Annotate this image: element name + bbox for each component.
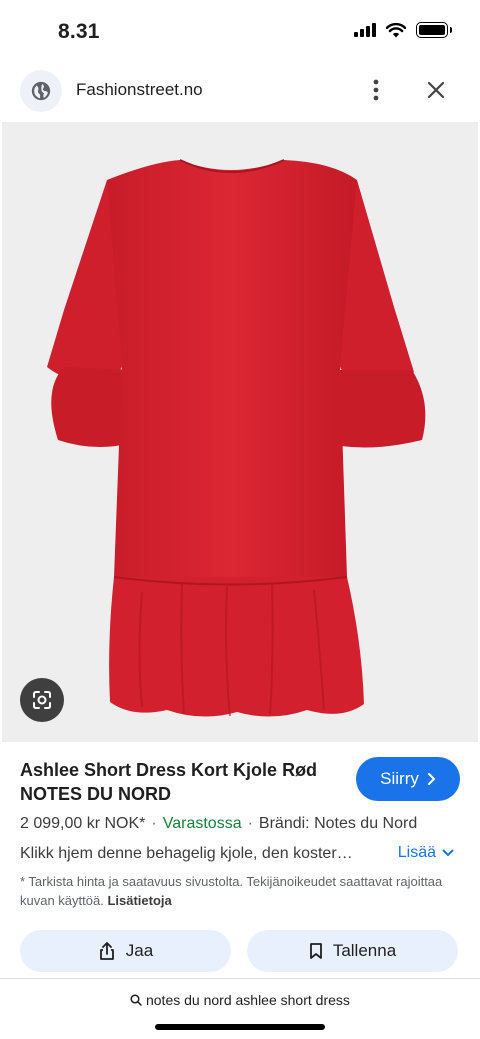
chevron-down-icon: [442, 849, 454, 857]
google-lens-icon[interactable]: [20, 678, 64, 722]
share-icon: [99, 942, 114, 960]
product-image[interactable]: [2, 122, 478, 742]
share-button[interactable]: Jaa: [20, 930, 231, 972]
save-button[interactable]: Tallenna: [247, 930, 458, 972]
home-indicator: [155, 1024, 325, 1030]
status-icons: [354, 22, 452, 38]
more-link[interactable]: Lisää: [398, 844, 454, 862]
visit-label: Siirry: [380, 769, 419, 788]
globe-icon: [20, 70, 62, 112]
chevron-right-icon: [427, 773, 436, 785]
share-label: Jaa: [125, 941, 154, 960]
disclaimer: * Tarkista hinta ja saatavuus sivustolta…: [20, 872, 460, 910]
status-bar: 8.31: [0, 0, 480, 60]
more-label: Lisää: [397, 844, 436, 861]
product-title[interactable]: Ashlee Short Dress Kort Kjole Rød NOTES …: [20, 758, 350, 806]
product-title-line2: NOTES DU NORD: [20, 784, 172, 804]
red-dress-image: [47, 159, 426, 717]
stock-status: Varastossa: [162, 815, 242, 832]
save-label: Tallenna: [332, 941, 397, 960]
bookmark-icon: [309, 943, 322, 959]
visit-button[interactable]: Siirry: [356, 757, 460, 801]
learn-more-link[interactable]: Lisätietoja: [107, 893, 171, 908]
product-title-line1: Ashlee Short Dress Kort Kjole Rød: [20, 760, 318, 780]
close-icon[interactable]: [422, 76, 450, 104]
status-time: 8.31: [58, 20, 100, 43]
cellular-signal-icon: [354, 23, 376, 37]
disclaimer-text: * Tarkista hinta ja saatavuus sivustolta…: [20, 874, 443, 908]
search-query[interactable]: notes du nord ashlee short dress: [0, 992, 480, 1008]
bottom-search-bar: notes du nord ashlee short dress: [0, 978, 480, 1039]
product-description: Klikk hjem denne behagelig kjole, den ko…: [20, 845, 353, 862]
product-meta: 2 099,00 kr NOK* · Varastossa · Brändi: Note…: [20, 815, 418, 832]
site-bar: Fashionstreet.no: [0, 64, 480, 116]
site-name[interactable]: Fashionstreet.no: [76, 80, 203, 100]
search-query-text: notes du nord ashlee short dress: [145, 992, 350, 1008]
price: 2 099,00 kr NOK*: [20, 815, 146, 832]
more-options-icon[interactable]: [362, 76, 390, 104]
wifi-icon: [386, 22, 406, 37]
battery-icon: [416, 22, 452, 38]
brand: Brändi: Notes du Nord: [258, 815, 418, 832]
search-icon: [130, 994, 142, 1006]
